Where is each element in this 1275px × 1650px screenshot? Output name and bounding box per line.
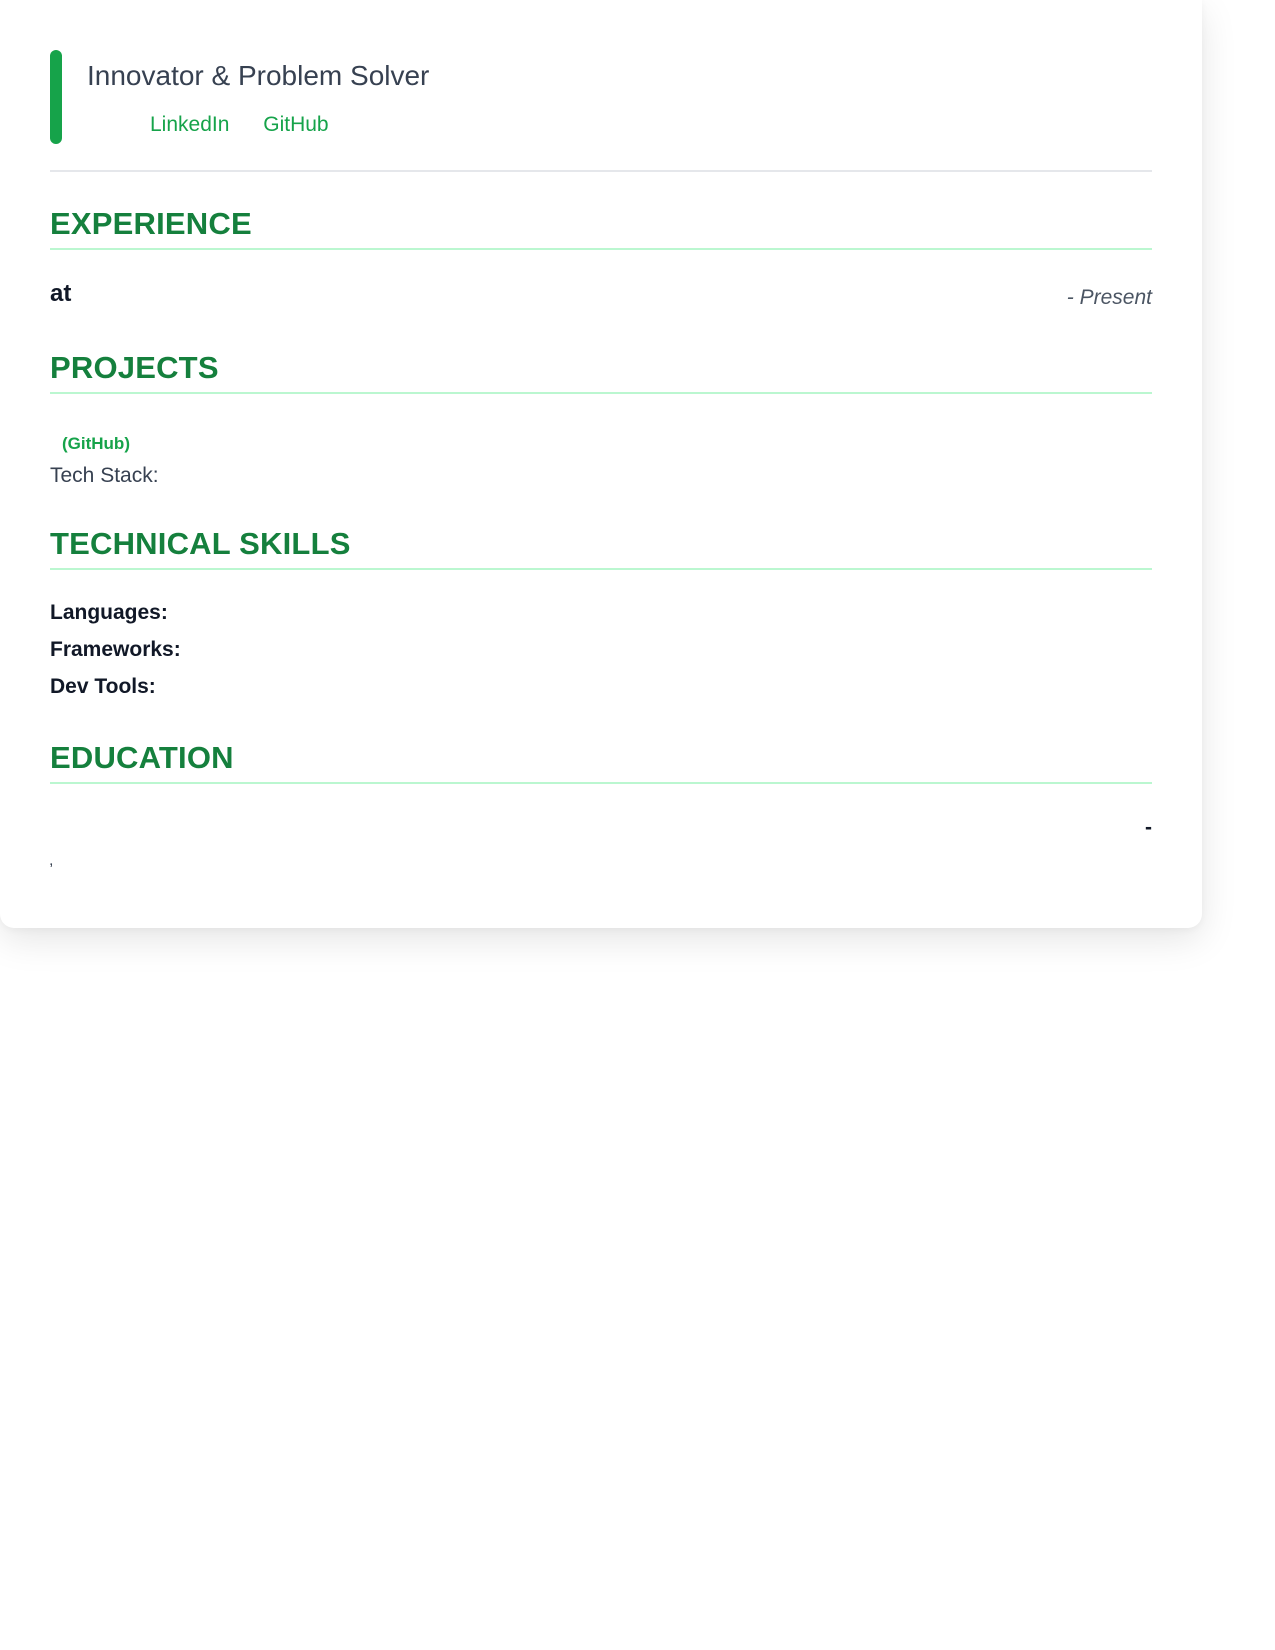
job-title: at [50,280,72,307]
projects-heading: PROJECTS [50,350,1152,394]
contact-links: LinkedIn GitHub [150,113,357,137]
resume-card: Innovator & Problem Solver LinkedIn GitH… [0,0,1202,928]
accent-bar [50,50,62,144]
linkedin-link[interactable]: LinkedIn [150,113,229,136]
skill-devtools-label: Dev Tools: [50,675,156,698]
tagline: Innovator & Problem Solver [87,60,430,91]
project-github-link[interactable]: (GitHub) [62,434,130,454]
experience-heading: EXPERIENCE [50,206,1152,250]
job-dates: - Present [1066,286,1152,309]
skills-heading: TECHNICAL SKILLS [50,526,1152,570]
skill-languages-label: Languages: [50,601,168,624]
skill-frameworks-label: Frameworks: [50,638,181,661]
education-dates: - [1145,816,1152,839]
github-link[interactable]: GitHub [263,113,328,136]
education-location: , [49,852,54,869]
education-heading: EDUCATION [50,740,1152,784]
resume-header: Innovator & Problem Solver LinkedIn GitH… [50,50,1152,172]
project-tech-stack: Tech Stack: [50,464,159,487]
